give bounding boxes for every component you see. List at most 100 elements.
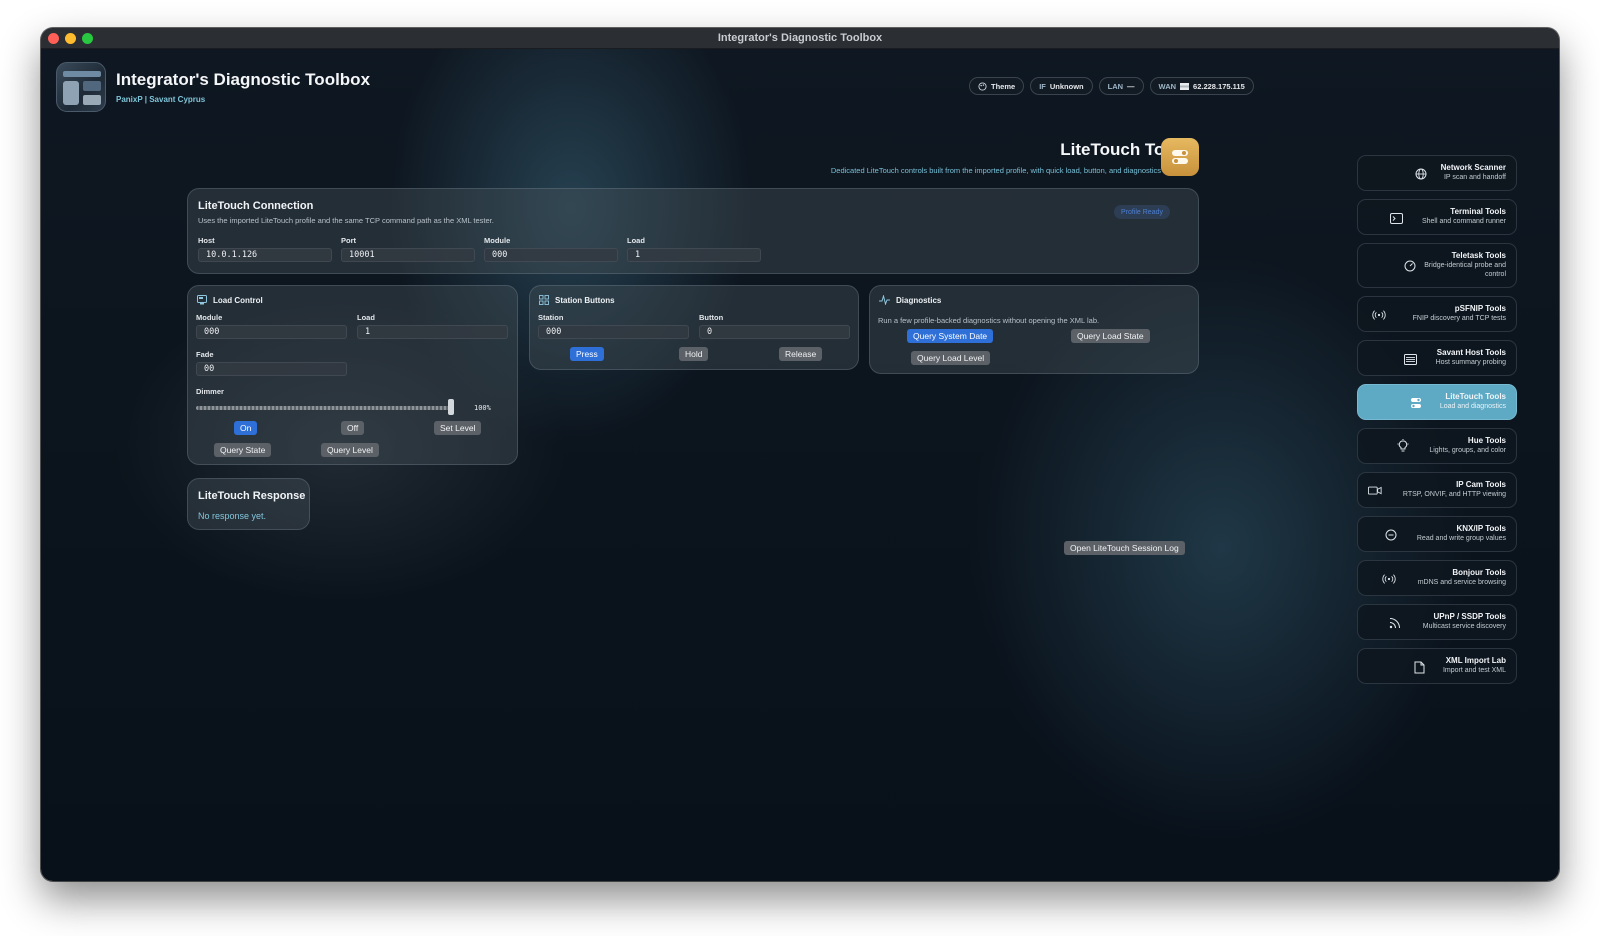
globe-icon xyxy=(1414,167,1428,181)
query-level-button[interactable]: Query Level xyxy=(321,443,379,457)
page-header: LiteTouch Tools Dedicated LiteTouch cont… xyxy=(831,140,1189,175)
load-control-title: Load Control xyxy=(213,295,263,305)
dimmer-slider-thumb[interactable] xyxy=(448,399,454,415)
sidebar-item-xml-import-lab[interactable]: XML Import Lab Import and test XML xyxy=(1357,648,1517,684)
hold-button[interactable]: Hold xyxy=(679,347,709,361)
status-chips: Theme IF Unknown LAN — WAN 62.228.175.11… xyxy=(969,77,1254,95)
app-header: Integrator's Diagnostic Toolbox PanixP |… xyxy=(56,62,370,112)
sidebar-item-savant-host-tools[interactable]: Savant Host Tools Host summary probing xyxy=(1357,340,1517,376)
response-text: No response yet. xyxy=(198,511,267,521)
minimize-window-button[interactable] xyxy=(65,33,76,44)
theme-chip[interactable]: Theme xyxy=(969,77,1025,95)
response-card: LiteTouch Response No response yet. xyxy=(187,478,310,530)
lc-module-label: Module xyxy=(196,313,223,322)
dimmer-label: Dimmer xyxy=(196,387,224,396)
lan-value: — xyxy=(1127,81,1135,91)
sidebar-item-label: Hue Tools xyxy=(1467,436,1506,446)
sidebar-item-psfnip-tools[interactable]: pSFNIP Tools FNIP discovery and TCP tests xyxy=(1357,296,1517,332)
pulse-icon xyxy=(879,295,890,305)
broadcast-icon xyxy=(1372,308,1386,322)
antenna-icon xyxy=(1382,572,1396,586)
module-label: Module xyxy=(484,236,511,245)
interface-chip: IF Unknown xyxy=(1030,77,1093,95)
off-button[interactable]: Off xyxy=(341,421,365,435)
sidebar-item-desc: Load and diagnostics xyxy=(1439,403,1506,411)
toggle-icon xyxy=(1409,396,1423,410)
button-label: Button xyxy=(699,313,724,322)
sidebar-item-ip-cam-tools[interactable]: IP Cam Tools RTSP, ONVIF, and HTTP viewin… xyxy=(1357,472,1517,508)
grid-icon xyxy=(539,295,549,305)
button-input[interactable]: 0 xyxy=(699,325,850,339)
sidebar-item-label: pSFNIP Tools xyxy=(1454,304,1506,314)
sidebar-item-label: KNX/IP Tools xyxy=(1456,524,1507,534)
page-subtitle: Dedicated LiteTouch controls built from … xyxy=(830,166,1189,175)
press-button[interactable]: Press xyxy=(570,347,604,361)
dimmer-slider-track[interactable] xyxy=(196,406,454,410)
connection-desc: Uses the imported LiteTouch profile and … xyxy=(198,216,494,225)
lc-module-input[interactable]: 000 xyxy=(196,325,347,339)
port-input[interactable]: 10001 xyxy=(341,248,475,262)
query-load-state-button[interactable]: Query Load State xyxy=(1071,329,1150,343)
close-window-button[interactable] xyxy=(48,33,59,44)
query-state-button[interactable]: Query State xyxy=(214,443,272,457)
connection-card: LiteTouch Connection Uses the imported L… xyxy=(187,188,1199,274)
document-icon xyxy=(1412,660,1426,674)
sidebar-item-label: Network Scanner xyxy=(1440,163,1506,173)
station-buttons-card: Station Buttons Station 000 Button 0 Pre… xyxy=(529,285,859,370)
query-load-level-button[interactable]: Query Load Level xyxy=(911,351,991,365)
open-session-log-button[interactable]: Open LiteTouch Session Log xyxy=(1064,541,1185,555)
sidebar-item-hue-tools[interactable]: Hue Tools Lights, groups, and color xyxy=(1357,428,1517,464)
sidebar-item-litetouch-tools[interactable]: LiteTouch Tools Load and diagnostics xyxy=(1357,384,1517,420)
page-title: LiteTouch Tools xyxy=(1060,140,1189,159)
sidebar-item-desc: Read and write group values xyxy=(1416,535,1506,543)
gauge-icon xyxy=(1403,259,1417,273)
station-label: Station xyxy=(538,313,564,322)
dimmer-value: 100% xyxy=(474,404,491,412)
title-bar: Integrator's Diagnostic Toolbox xyxy=(41,28,1559,49)
sidebar-item-label: Teletask Tools xyxy=(1451,251,1506,261)
sidebar-item-network-scanner[interactable]: Network Scanner IP scan and handoff xyxy=(1357,155,1517,191)
query-system-date-button[interactable]: Query System Date xyxy=(907,329,994,343)
set-level-button[interactable]: Set Level xyxy=(434,421,482,435)
station-input[interactable]: 000 xyxy=(538,325,689,339)
wan-chip: WAN 62.228.175.115 xyxy=(1149,77,1254,95)
lc-load-input[interactable]: 1 xyxy=(357,325,508,339)
sidebar-item-desc: Import and test XML xyxy=(1442,667,1506,675)
sidebar-item-upnp-ssdp-tools[interactable]: UPnP / SSDP Tools Multicast service disco… xyxy=(1357,604,1517,640)
load-label: Load xyxy=(627,236,645,245)
interface-key: IF xyxy=(1039,81,1046,91)
toggle-icon xyxy=(1161,138,1199,176)
connection-title: LiteTouch Connection xyxy=(198,200,314,212)
sidebar-item-label: Savant Host Tools xyxy=(1436,348,1506,358)
load-input[interactable]: 1 xyxy=(627,248,761,262)
sidebar-item-terminal-tools[interactable]: Terminal Tools Shell and command runner xyxy=(1357,199,1517,235)
release-button[interactable]: Release xyxy=(779,347,823,361)
response-title: LiteTouch Response xyxy=(198,490,306,502)
host-input[interactable]: 10.0.1.126 xyxy=(198,248,332,262)
rss-icon xyxy=(1388,616,1402,630)
sidebar-item-knx-ip-tools[interactable]: KNX/IP Tools Read and write group values xyxy=(1357,516,1517,552)
flag-icon xyxy=(1180,82,1190,90)
module-input[interactable]: 000 xyxy=(484,248,618,262)
app-logo xyxy=(56,62,106,112)
fade-label: Fade xyxy=(196,350,214,359)
sidebar-item-desc: mDNS and service browsing xyxy=(1417,579,1506,587)
diagnostics-desc: Run a few profile-backed diagnostics wit… xyxy=(878,316,1100,325)
sidebar-item-teletask-tools[interactable]: Teletask Tools Bridge-identical probe and… xyxy=(1357,243,1517,288)
on-button[interactable]: On xyxy=(234,421,258,435)
window-title: Integrator's Diagnostic Toolbox xyxy=(717,32,883,44)
app-window: Integrator's Diagnostic Toolbox Integrat… xyxy=(41,28,1559,881)
interface-value: Unknown xyxy=(1049,81,1084,91)
zoom-window-button[interactable] xyxy=(82,33,93,44)
sidebar-item-label: Terminal Tools xyxy=(1450,207,1506,217)
window-controls xyxy=(48,33,93,44)
fade-input[interactable]: 00 xyxy=(196,362,347,376)
station-header: Station Buttons xyxy=(539,295,615,305)
profile-status-badge: Profile Ready xyxy=(1113,205,1170,219)
load-control-card: Load Control Module 000 Load 1 Fade 00 D… xyxy=(187,285,518,465)
sidebar-item-label: Bonjour Tools xyxy=(1452,568,1506,578)
sidebar-item-label: LiteTouch Tools xyxy=(1445,392,1506,402)
sidebar-item-bonjour-tools[interactable]: Bonjour Tools mDNS and service browsing xyxy=(1357,560,1517,596)
sidebar-item-desc: Multicast service discovery xyxy=(1422,623,1506,631)
diagnostics-header: Diagnostics xyxy=(879,295,941,305)
